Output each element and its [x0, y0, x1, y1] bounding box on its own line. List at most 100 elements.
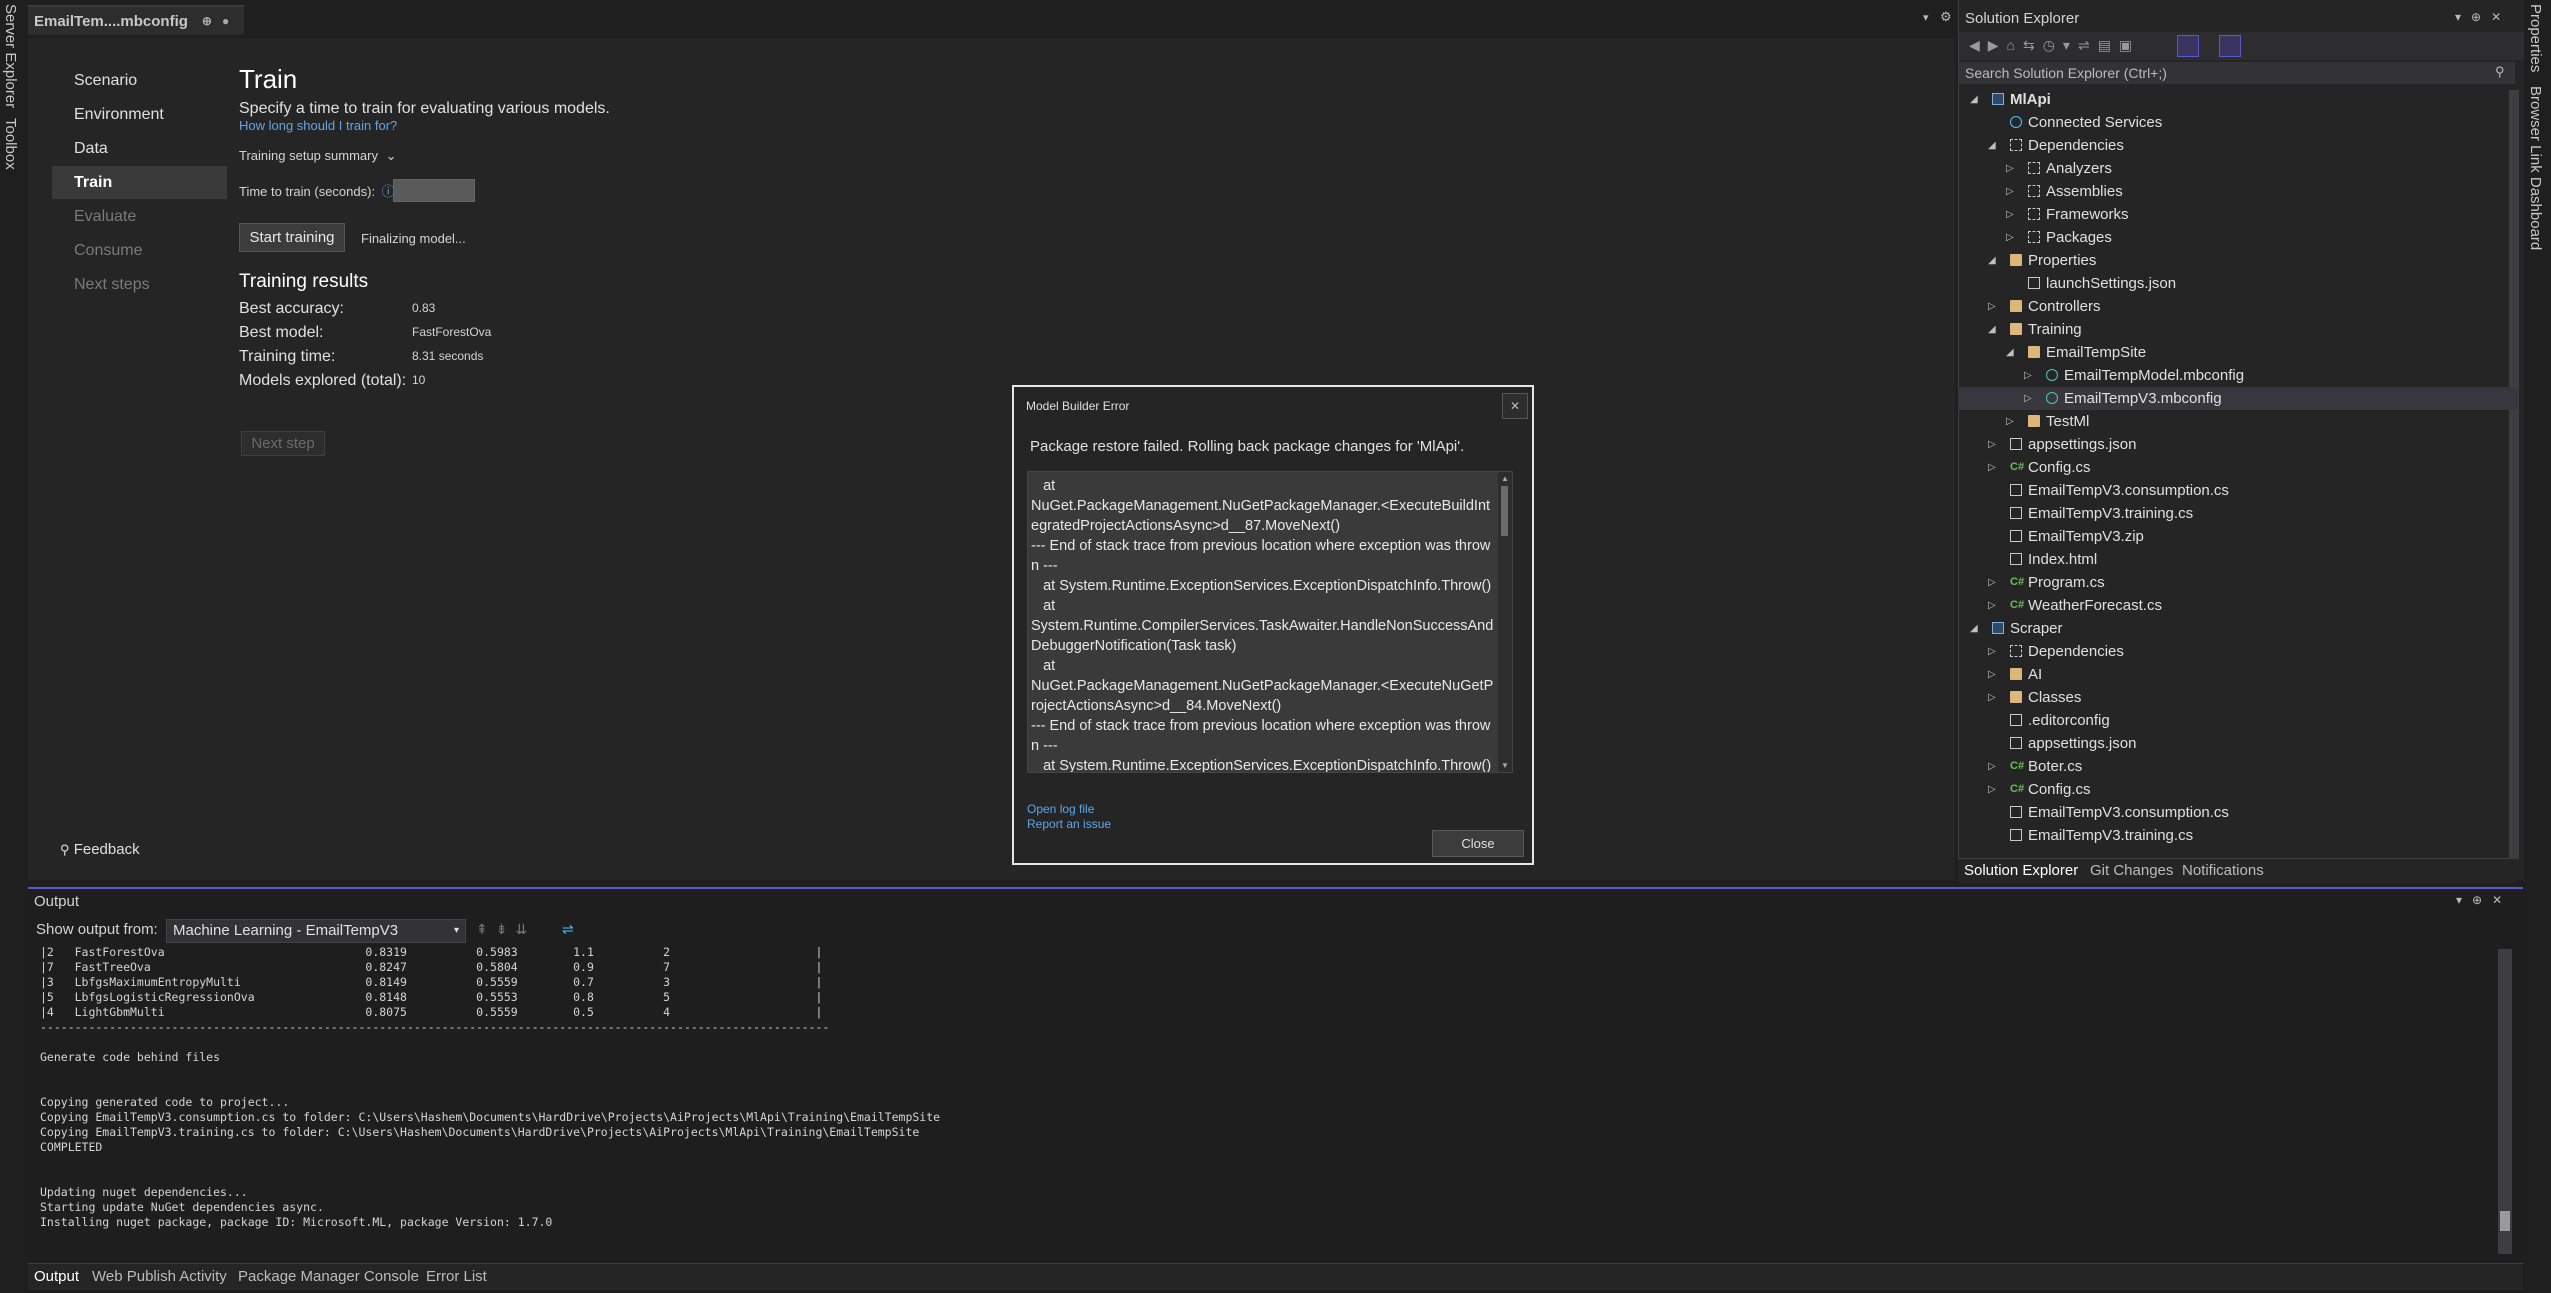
tree-row[interactable]: EmailTempV3.zip [1958, 525, 2518, 548]
nav-train[interactable]: Train [52, 166, 227, 199]
tree-row[interactable]: ▷ EmailTempModel.mbconfig [1958, 364, 2518, 387]
scroll-down-icon[interactable]: ▼ [1501, 761, 1509, 770]
open-log-link[interactable]: Open log file [1027, 802, 1094, 816]
tab-git-changes[interactable]: Git Changes [2090, 859, 2173, 883]
collapsed-arrow-icon[interactable]: ▷ [1988, 778, 1996, 801]
tree-row[interactable]: ▷ C# Program.cs [1958, 571, 2518, 594]
tree-row[interactable]: EmailTempV3.consumption.cs [1958, 479, 2518, 502]
tree-row[interactable]: ◢ Scraper [1958, 617, 2518, 640]
tree-row[interactable]: launchSettings.json [1958, 272, 2518, 295]
tree-row[interactable]: ▷ C# Boter.cs [1958, 755, 2518, 778]
expanded-arrow-icon[interactable]: ◢ [1970, 88, 1978, 111]
tree-row[interactable]: ▷ Frameworks [1958, 203, 2518, 226]
tree-row[interactable]: appsettings.json [1958, 732, 2518, 755]
tree-row[interactable]: ▷ Packages [1958, 226, 2518, 249]
tab-output[interactable]: Output [34, 1265, 79, 1289]
next-step-button[interactable]: Next step [241, 431, 325, 456]
tab-package-manager-console[interactable]: Package Manager Console [238, 1265, 419, 1289]
nav-evaluate[interactable]: Evaluate [52, 200, 227, 233]
tree-row[interactable]: ▷ Controllers [1958, 295, 2518, 318]
collapsed-arrow-icon[interactable]: ▷ [2006, 180, 2014, 203]
collapsed-arrow-icon[interactable]: ▷ [1988, 755, 1996, 778]
collapsed-arrow-icon[interactable]: ▷ [2006, 203, 2014, 226]
tree-row[interactable]: ▷ Dependencies [1958, 640, 2518, 663]
nav-next-steps[interactable]: Next steps [52, 268, 227, 301]
sync-active-doc-icon[interactable] [2177, 35, 2199, 57]
toolbar-icons[interactable]: ◀▶⌂⇆◷▾⇌▤▣ [1969, 37, 2140, 54]
tree-row[interactable]: ◢ Training [1958, 318, 2518, 341]
tree-row[interactable]: ▷ C# Config.cs [1958, 456, 2518, 479]
tree-row[interactable]: .editorconfig [1958, 709, 2518, 732]
collapsed-arrow-icon[interactable]: ▷ [1988, 686, 1996, 709]
collapsed-arrow-icon[interactable]: ▷ [2006, 410, 2014, 433]
tree-row[interactable]: ▷ TestMl [1958, 410, 2518, 433]
tree-row[interactable]: ▷ C# Config.cs [1958, 778, 2518, 801]
output-source-select[interactable]: Machine Learning - EmailTempV3 ▾ [166, 919, 466, 943]
help-link[interactable]: How long should I train for? [239, 118, 397, 133]
tab-web-publish-activity[interactable]: Web Publish Activity [92, 1265, 227, 1289]
tree-row[interactable]: ◢ Properties [1958, 249, 2518, 272]
nav-data[interactable]: Data [52, 132, 227, 165]
collapsed-arrow-icon[interactable]: ▷ [1988, 640, 1996, 663]
tab-dropdown-icon[interactable]: ▾ [1923, 11, 1929, 24]
server-explorer-tab[interactable]: Server Explorer [2, 4, 19, 108]
collapsed-arrow-icon[interactable]: ▷ [1988, 456, 1996, 479]
collapsed-arrow-icon[interactable]: ▷ [1988, 433, 1996, 456]
output-scrollbar[interactable] [2498, 949, 2512, 1254]
tree-row[interactable]: EmailTempV3.training.cs [1958, 824, 2518, 847]
collapsed-arrow-icon[interactable]: ▷ [2006, 226, 2014, 249]
stack-trace-box[interactable]: at NuGet.PackageManagement.NuGetPackageM… [1027, 471, 1513, 773]
pin-icon[interactable]: ⊕ [202, 14, 212, 28]
expanded-arrow-icon[interactable]: ◢ [1988, 318, 1996, 341]
settings-icon[interactable]: ⚙ [1940, 9, 1952, 25]
stack-trace-scrollbar[interactable]: ▲ ▼ [1498, 472, 1512, 772]
scroll-up-icon[interactable]: ▲ [1501, 474, 1509, 483]
collapsed-arrow-icon[interactable]: ▷ [1988, 663, 1996, 686]
report-issue-link[interactable]: Report an issue [1027, 817, 1111, 831]
collapsed-arrow-icon[interactable]: ▷ [1988, 571, 1996, 594]
feedback-link[interactable]: ⚲ Feedback [60, 841, 140, 858]
start-training-button[interactable]: Start training [239, 223, 345, 252]
tree-row[interactable]: ◢ Dependencies [1958, 134, 2518, 157]
tab-solution-explorer[interactable]: Solution Explorer [1964, 859, 2078, 883]
preview-selected-icon[interactable] [2219, 35, 2241, 57]
tree-row[interactable]: EmailTempV3.consumption.cs [1958, 801, 2518, 824]
close-icon[interactable]: ✕ [1502, 393, 1528, 419]
search-icon[interactable]: ⚲ [2495, 64, 2505, 80]
time-to-train-input[interactable] [393, 179, 475, 202]
tree-row[interactable]: ▷ Assemblies [1958, 180, 2518, 203]
tree-row[interactable]: Connected Services [1958, 111, 2518, 134]
expanded-arrow-icon[interactable]: ◢ [1970, 617, 1978, 640]
output-window-controls[interactable]: ▾⊕✕ [2456, 893, 2512, 907]
collapsed-arrow-icon[interactable]: ▷ [2024, 387, 2032, 410]
expanded-arrow-icon[interactable]: ◢ [1988, 249, 1996, 272]
tab-error-list[interactable]: Error List [426, 1265, 487, 1289]
close-button[interactable]: Close [1432, 830, 1524, 857]
tree-row[interactable]: ▷ AI [1958, 663, 2518, 686]
tab-notifications[interactable]: Notifications [2182, 859, 2264, 883]
document-tab-mbconfig[interactable]: EmailTem....mbconfig ⊕ ● [28, 5, 244, 35]
tree-row[interactable]: EmailTempV3.training.cs [1958, 502, 2518, 525]
tree-row[interactable]: ▷ Analyzers [1958, 157, 2518, 180]
toolbox-tab[interactable]: Toolbox [2, 118, 19, 170]
collapsed-arrow-icon[interactable]: ▷ [2024, 364, 2032, 387]
collapsed-arrow-icon[interactable]: ▷ [1988, 295, 1996, 318]
solution-search-input[interactable]: Search Solution Explorer (Ctrl+;) [1959, 62, 2515, 84]
tree-row[interactable]: ◢ EmailTempSite [1958, 341, 2518, 364]
collapsed-arrow-icon[interactable]: ▷ [2006, 157, 2014, 180]
output-scroll-thumb[interactable] [2500, 1211, 2510, 1231]
close-tab-icon[interactable]: ● [222, 14, 229, 28]
nav-scenario[interactable]: Scenario [52, 64, 227, 97]
word-wrap-icon[interactable]: ⇌ [562, 921, 574, 938]
pane-window-controls[interactable]: ▾⊕✕ [2455, 10, 2511, 24]
tree-row[interactable]: ▷ Classes [1958, 686, 2518, 709]
nav-environment[interactable]: Environment [52, 98, 227, 131]
expanded-arrow-icon[interactable]: ◢ [2006, 341, 2014, 364]
scroll-thumb[interactable] [1501, 486, 1508, 536]
tree-row[interactable]: Index.html [1958, 548, 2518, 571]
training-summary-toggle[interactable]: Training setup summary ⌄ [239, 148, 397, 164]
properties-tab[interactable]: Properties [2527, 4, 2544, 72]
output-toolbar-icons[interactable]: ⇞⇟⇊ [476, 921, 535, 938]
browser-link-dashboard-tab[interactable]: Browser Link Dashboard [2527, 86, 2544, 250]
tree-row[interactable]: ◢ MlApi [1958, 88, 2518, 111]
